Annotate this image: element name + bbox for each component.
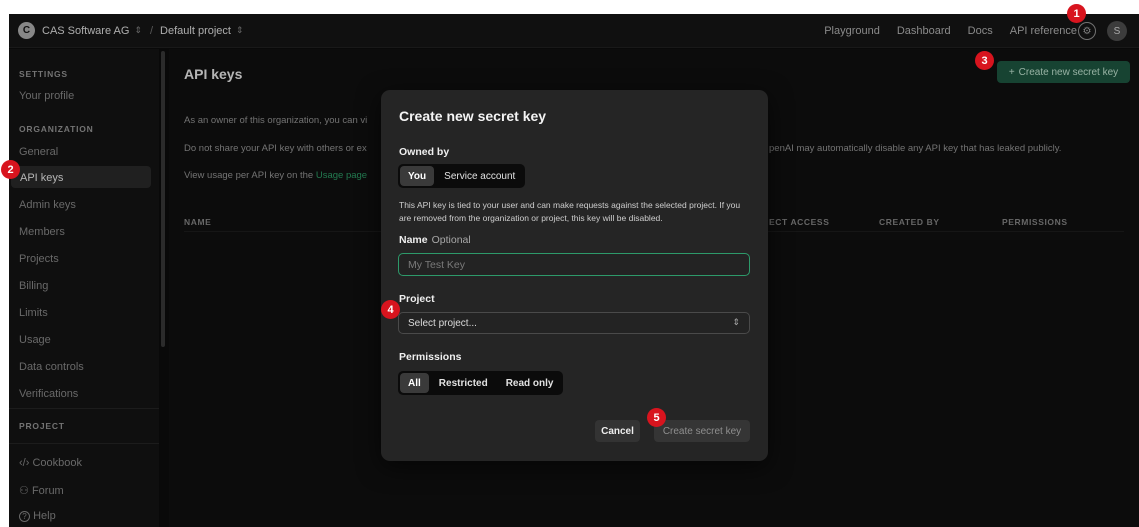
app-window: C CAS Software AG ⇕ / Default project ⇕ … bbox=[9, 14, 1139, 527]
owned-by-toggle: You Service account bbox=[398, 164, 526, 188]
dialog-title: Create new secret key bbox=[399, 108, 547, 124]
step-marker-5: 5 bbox=[647, 408, 666, 427]
cancel-button[interactable]: Cancel bbox=[595, 420, 640, 442]
permissions-label: Permissions bbox=[399, 351, 462, 363]
screenshot-frame: C CAS Software AG ⇕ / Default project ⇕ … bbox=[0, 0, 1139, 527]
name-label: Name Optional bbox=[399, 234, 471, 246]
project-label: Project bbox=[399, 293, 435, 305]
permission-restricted-option[interactable]: Restricted bbox=[431, 373, 496, 393]
owned-by-description: This API key is tied to your user and ca… bbox=[399, 200, 741, 223]
create-secret-key-button[interactable]: Create secret key bbox=[654, 420, 750, 442]
permission-all-option[interactable]: All bbox=[400, 373, 429, 393]
key-name-input[interactable] bbox=[398, 253, 750, 276]
owned-by-label: Owned by bbox=[399, 146, 450, 158]
permissions-toggle: All Restricted Read only bbox=[398, 371, 564, 395]
step-marker-3: 3 bbox=[975, 51, 994, 70]
step-marker-2: 2 bbox=[1, 160, 20, 179]
chevron-updown-icon: ⇕ bbox=[732, 317, 740, 327]
project-select[interactable]: Select project... ⇕ bbox=[398, 312, 750, 334]
step-marker-1: 1 bbox=[1067, 4, 1086, 23]
project-select-value: Select project... bbox=[408, 317, 477, 329]
create-key-dialog: Create new secret key Owned by You Servi… bbox=[381, 90, 768, 461]
owned-by-you-option[interactable]: You bbox=[400, 166, 435, 186]
name-optional-hint: Optional bbox=[431, 234, 471, 246]
name-label-text: Name bbox=[399, 234, 428, 246]
step-marker-4: 4 bbox=[381, 300, 400, 319]
owned-by-service-account-option[interactable]: Service account bbox=[436, 166, 523, 186]
permission-read-only-option[interactable]: Read only bbox=[498, 373, 562, 393]
